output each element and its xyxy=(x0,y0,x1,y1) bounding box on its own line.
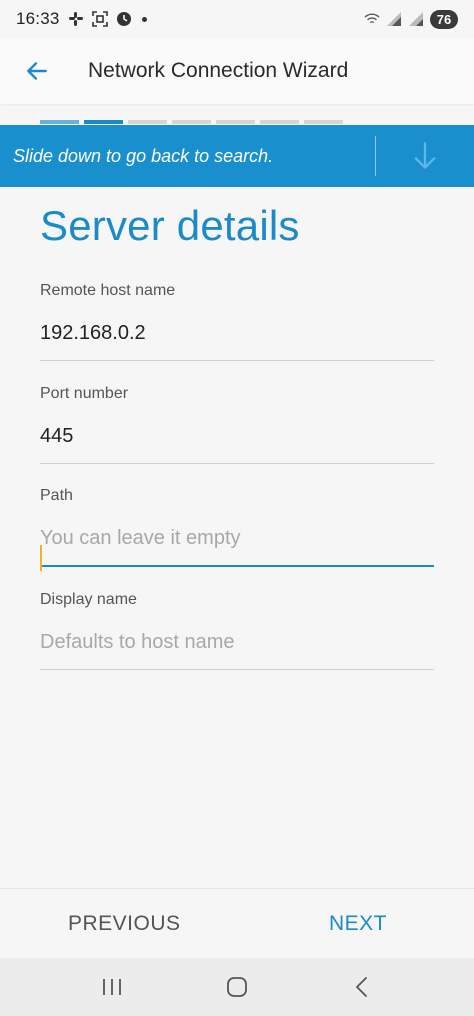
app-bar: Network Connection Wizard xyxy=(0,38,474,104)
previous-button[interactable]: PREVIOUS xyxy=(68,889,181,959)
home-icon xyxy=(227,977,247,997)
server-details-form: Server details Remote host name Port num… xyxy=(40,200,434,670)
wifi-calling-icon xyxy=(364,11,380,27)
app-title: Network Connection Wizard xyxy=(88,59,349,82)
port-number-label: Port number xyxy=(40,385,129,402)
home-button[interactable] xyxy=(217,967,257,1007)
notification-dot-icon xyxy=(141,16,147,22)
port-number-input[interactable] xyxy=(40,423,434,449)
display-name-underline xyxy=(40,669,434,670)
nav-back-button[interactable] xyxy=(342,967,382,1007)
text-cursor xyxy=(40,545,42,571)
display-name-input[interactable] xyxy=(40,629,434,655)
wizard-button-bar: PREVIOUS NEXT xyxy=(0,888,474,958)
back-button[interactable] xyxy=(10,44,64,98)
timer-icon xyxy=(116,11,132,27)
signal-icon-2 xyxy=(408,11,424,27)
status-bar: 16:33 76 xyxy=(0,0,474,38)
step-indicator-4 xyxy=(172,120,211,124)
system-nav-bar xyxy=(0,958,474,1016)
remote-host-label: Remote host name xyxy=(40,282,176,299)
step-progress xyxy=(40,120,343,124)
path-label: Path xyxy=(40,487,73,504)
slide-down-banner[interactable]: Slide down to go back to search. xyxy=(0,125,474,187)
step-indicator-6 xyxy=(260,120,299,124)
signal-icon xyxy=(386,11,402,27)
step-indicator-1 xyxy=(40,120,79,124)
banner-text: Slide down to go back to search. xyxy=(13,145,274,166)
path-input[interactable] xyxy=(40,525,434,551)
path-underline xyxy=(40,565,434,567)
remote-host-input[interactable] xyxy=(40,320,434,346)
step-indicator-5 xyxy=(216,120,255,124)
back-icon xyxy=(355,977,367,997)
battery-badge: 76 xyxy=(430,9,458,29)
port-number-underline xyxy=(40,463,434,464)
remote-host-field: Remote host name xyxy=(40,282,434,361)
display-name-label: Display name xyxy=(40,591,137,608)
step-indicator-2 xyxy=(84,120,123,124)
arrow-down-icon xyxy=(414,142,436,169)
remote-host-underline xyxy=(40,360,434,361)
port-number-field: Port number xyxy=(40,385,434,464)
arrow-left-icon xyxy=(27,62,47,80)
display-name-field: Display name xyxy=(40,591,434,670)
recents-icon xyxy=(103,979,122,995)
path-field: Path xyxy=(40,487,434,571)
status-time: 16:33 xyxy=(16,9,60,28)
step-indicator-3 xyxy=(128,120,167,124)
screenshot-icon xyxy=(91,11,108,27)
recents-button[interactable] xyxy=(92,967,132,1007)
slide-down-button[interactable] xyxy=(376,125,474,187)
next-button[interactable]: NEXT xyxy=(329,889,387,959)
slack-icon xyxy=(68,11,84,27)
step-indicator-7 xyxy=(304,120,343,124)
page-title: Server details xyxy=(40,202,300,249)
